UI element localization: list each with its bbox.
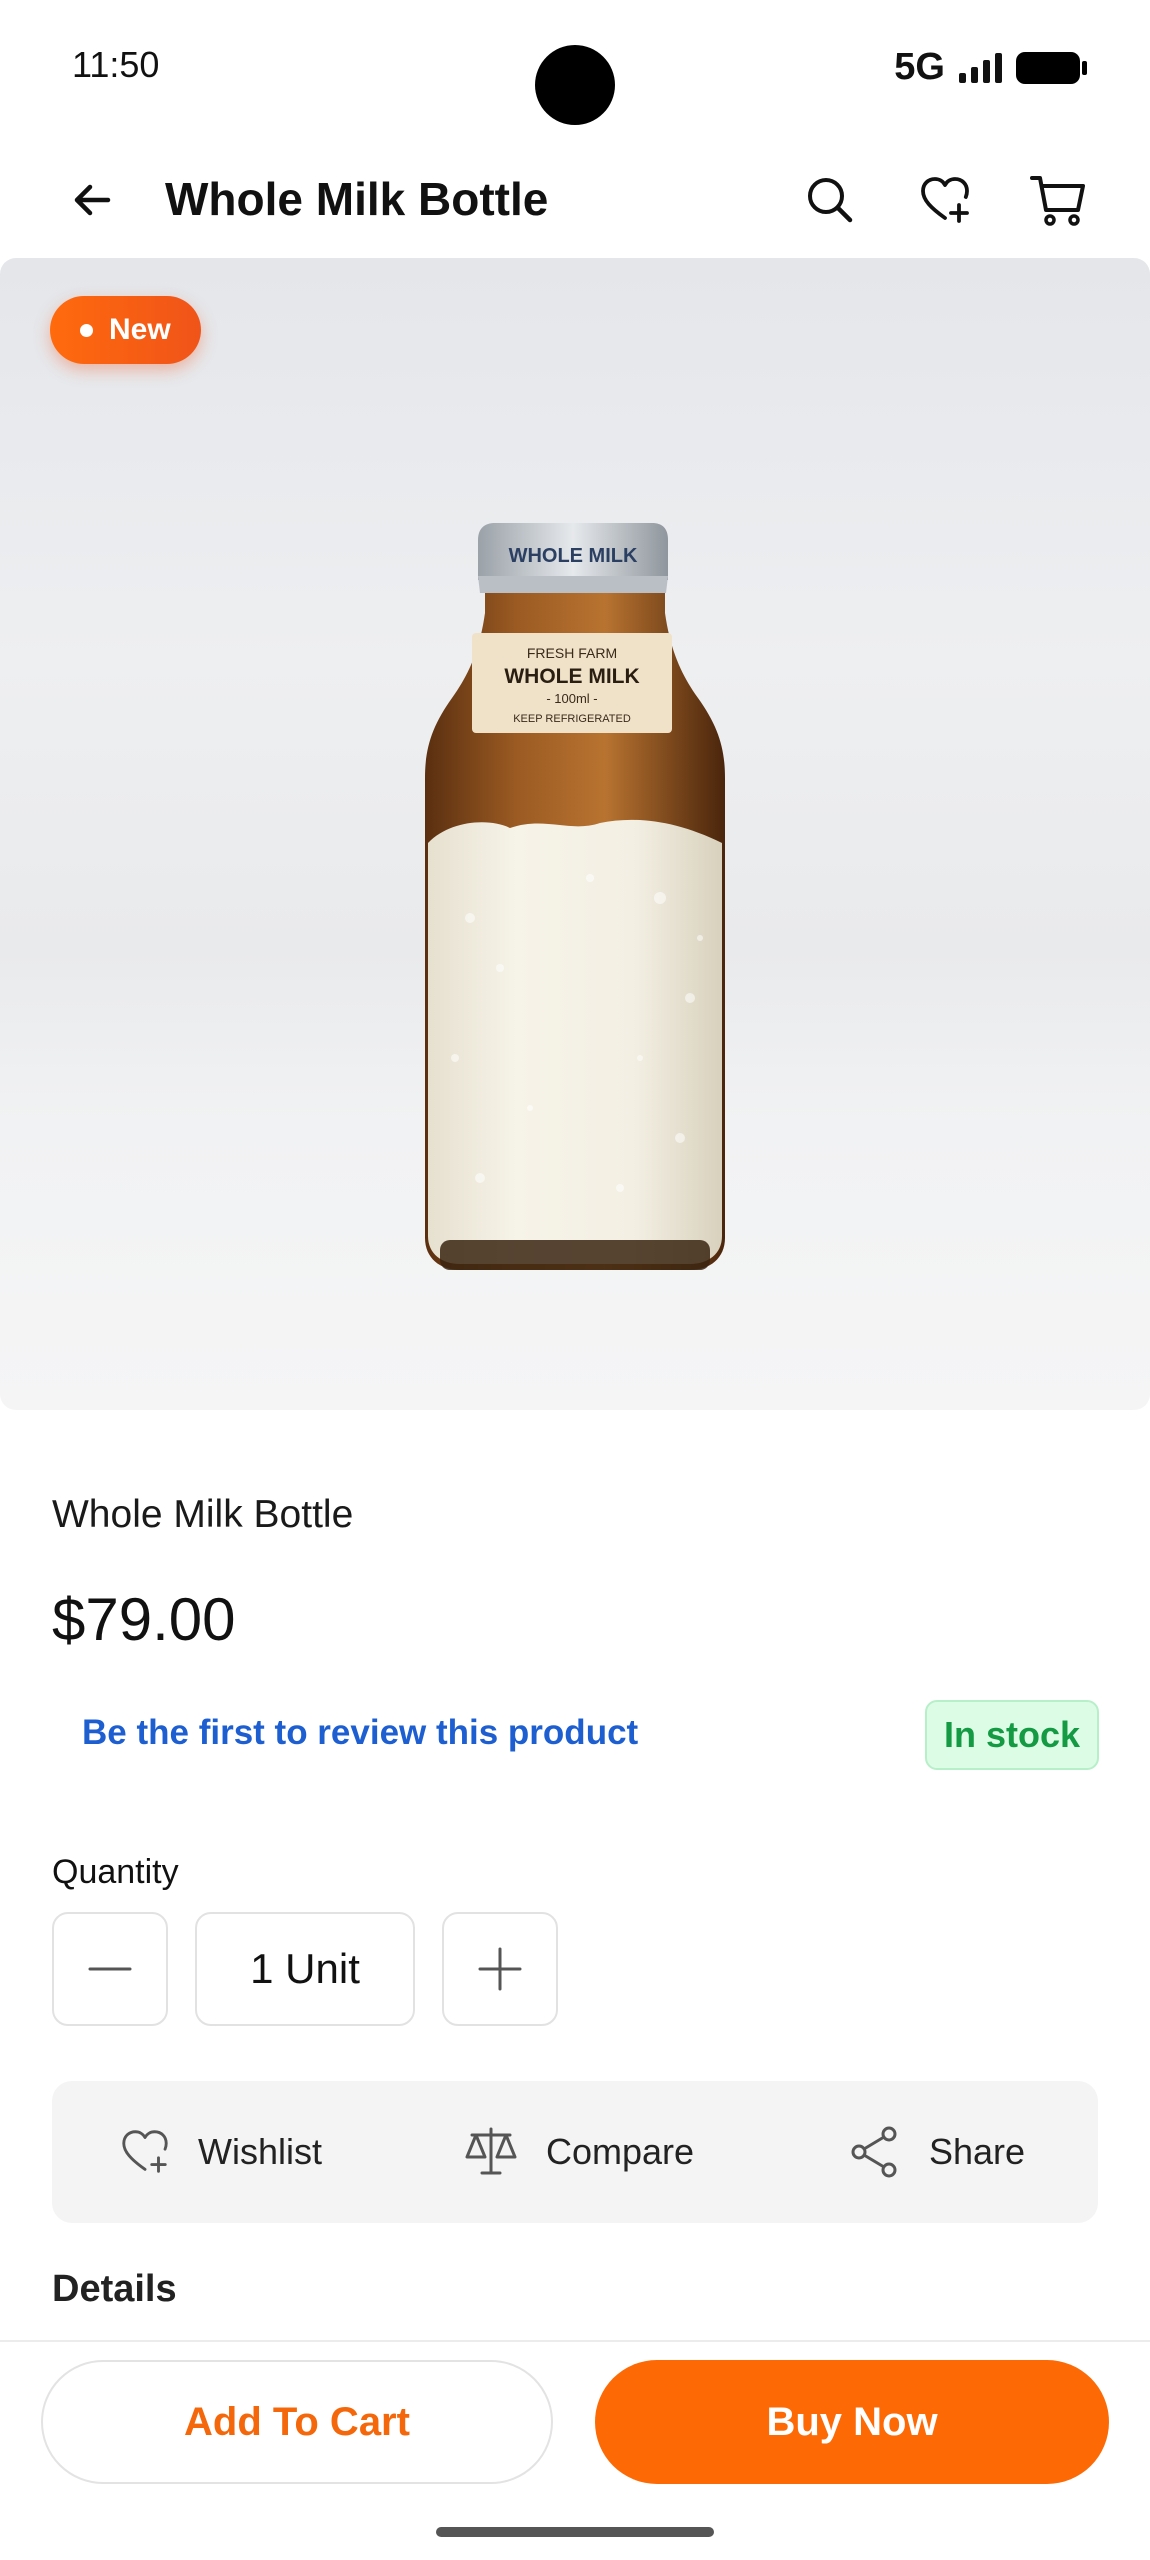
- action-row: Wishlist Compare Share: [52, 2081, 1098, 2223]
- details-heading: Details: [52, 2268, 177, 2310]
- milk-bottle-illustration: FRESH FARM WHOLE MILK - 100ml - KEEP REF…: [425, 523, 725, 1270]
- app-bar: Whole Milk Bottle: [0, 150, 1150, 250]
- stock-status-badge: In stock: [925, 1700, 1099, 1770]
- wishlist-label: Wishlist: [198, 2131, 322, 2172]
- network-type: 5G: [894, 46, 945, 88]
- label-line-2: WHOLE MILK: [504, 665, 639, 688]
- cart-button[interactable]: [1018, 160, 1098, 240]
- status-bar: 11:50 5G: [0, 0, 1150, 135]
- share-label: Share: [929, 2131, 1026, 2172]
- scale-icon: [465, 2127, 517, 2175]
- review-link[interactable]: Be the first to review this product: [82, 1713, 638, 1753]
- badge-dot: [80, 323, 93, 337]
- page-title: Whole Milk Bottle: [165, 173, 549, 225]
- wishlist-action[interactable]: Wishlist: [118, 2081, 322, 2223]
- product-image[interactable]: New FRESH FARM WHOLE MILK - 100ml - KEEP…: [0, 258, 1150, 1410]
- quantity-value[interactable]: 1 Unit: [195, 1912, 415, 2026]
- search-button[interactable]: [790, 160, 870, 240]
- plus-icon: [478, 1947, 522, 1991]
- back-arrow-icon: [74, 184, 111, 216]
- quantity-decrease-button[interactable]: [52, 1912, 168, 2026]
- product-price: $79.00: [52, 1586, 236, 1653]
- battery-icon: [1016, 51, 1087, 84]
- label-line-1: FRESH FARM: [527, 645, 617, 661]
- minus-icon: [88, 1967, 132, 1971]
- compare-label: Compare: [546, 2131, 695, 2172]
- cap-text: WHOLE MILK: [509, 545, 638, 567]
- quantity-increase-button[interactable]: [442, 1912, 558, 2026]
- cart-icon: [1030, 176, 1085, 226]
- status-indicators: 5G: [894, 46, 1087, 89]
- bottom-action-bar: Add To Cart Buy Now: [0, 2340, 1150, 2560]
- search-icon: [808, 178, 853, 223]
- quantity-label: Quantity: [52, 1853, 179, 1891]
- share-action[interactable]: Share: [847, 2081, 1025, 2223]
- new-badge: New: [50, 296, 201, 364]
- label-line-3: - 100ml -: [546, 691, 597, 706]
- buy-now-button[interactable]: Buy Now: [595, 2360, 1109, 2484]
- new-badge-label: New: [109, 313, 171, 346]
- product-name: Whole Milk Bottle: [52, 1493, 354, 1536]
- wishlist-button[interactable]: [905, 160, 985, 240]
- label-line-4: KEEP REFRIGERATED: [513, 713, 631, 725]
- home-indicator[interactable]: [436, 2527, 714, 2537]
- front-camera: [535, 45, 615, 125]
- status-time: 11:50: [72, 44, 160, 85]
- compare-action[interactable]: Compare: [462, 2081, 694, 2223]
- signal-icon: [959, 52, 1002, 83]
- wishlist-add-icon: [921, 177, 969, 223]
- share-icon: [851, 2126, 897, 2178]
- add-to-cart-button[interactable]: Add To Cart: [41, 2360, 553, 2484]
- back-button[interactable]: [52, 160, 132, 240]
- heart-add-icon: [122, 2130, 168, 2173]
